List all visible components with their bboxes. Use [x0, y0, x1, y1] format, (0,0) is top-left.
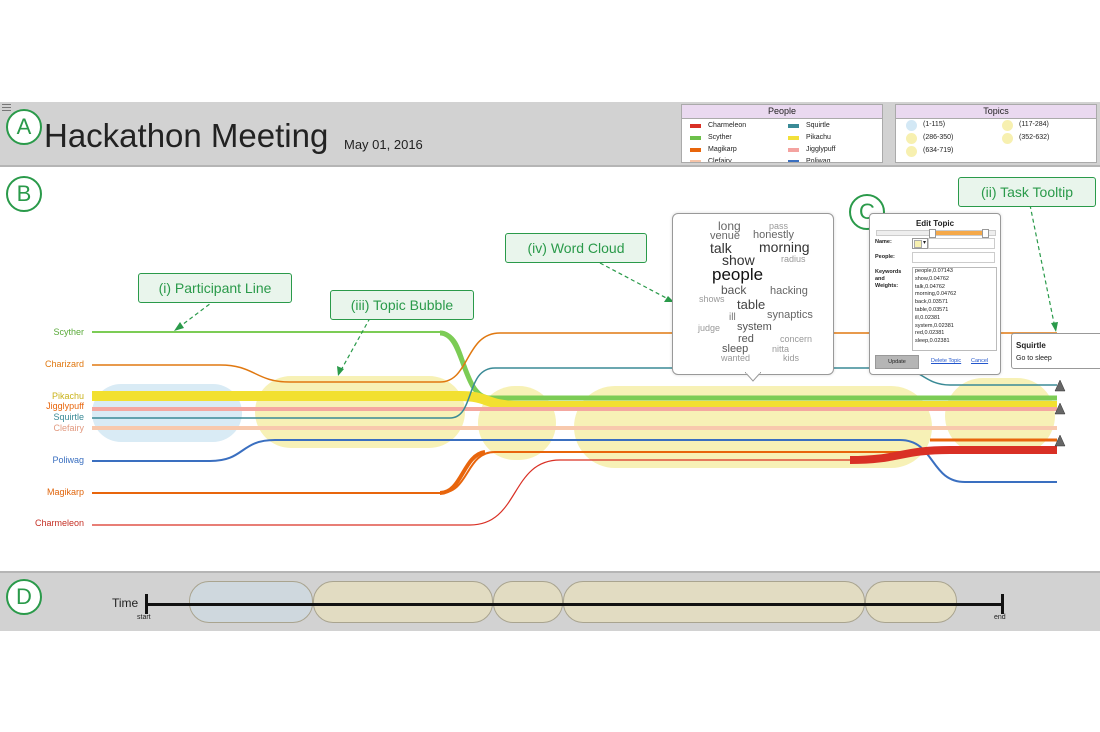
callout-word-cloud: (iv) Word Cloud — [505, 233, 647, 263]
keywords-label-line-3: Weights: — [875, 283, 899, 289]
topic-range-slider[interactable] — [876, 229, 996, 238]
word-cloud-word: shows — [699, 294, 725, 304]
arrow-participant-line — [177, 299, 216, 329]
keyword-weight-line: talk,0.04762 — [915, 283, 945, 290]
edit-topic-title: Edit Topic — [915, 219, 955, 228]
timeline-label: Time — [112, 596, 139, 610]
arrow-word-cloud — [599, 262, 671, 301]
keywords-textarea[interactable]: people,0.07143 show,0.04762 talk,0.04762 mo… — [912, 267, 997, 351]
word-cloud-word: judge — [698, 323, 721, 333]
timeline-topic-4[interactable] — [563, 581, 865, 623]
word-cloud-word: people — [712, 265, 764, 284]
topic-range-selection — [932, 231, 984, 235]
keyword-weight-line: people,0.07143 — [915, 268, 953, 274]
callout-topic-bubble: (iii) Topic Bubble — [330, 290, 474, 320]
section-marker-b: B — [6, 176, 42, 212]
slider-handle-left[interactable] — [929, 229, 936, 238]
update-button[interactable]: Update — [875, 355, 919, 369]
delete-topic-link[interactable]: Delete Topic — [931, 358, 961, 364]
word-cloud-pointer — [745, 372, 761, 382]
topic-bubble-2[interactable] — [255, 376, 465, 448]
section-marker-d: D — [6, 579, 42, 615]
word-cloud-word: kids — [783, 353, 800, 363]
timeline-topic-2[interactable] — [313, 581, 493, 623]
word-cloud-word: concern — [780, 334, 813, 344]
topic-people-input[interactable] — [912, 252, 995, 263]
word-cloud-word: radius — [781, 254, 806, 264]
keyword-weight-line: red,0.02381 — [915, 330, 945, 337]
cancel-link[interactable]: Cancel — [971, 358, 988, 364]
timeline-topic-3[interactable] — [493, 581, 563, 623]
edit-topic-panel: Edit Topic Name: ▾ People: Keywords and … — [869, 213, 1001, 375]
timeline-axis[interactable] — [146, 603, 1003, 606]
timeline-end-tick — [1001, 594, 1004, 614]
topic-name-input[interactable] — [928, 238, 995, 249]
participant-label-charizard[interactable]: Charizard — [0, 359, 84, 369]
topic-bubble-5[interactable] — [945, 378, 1055, 454]
arrow-topic-bubble — [339, 317, 371, 373]
keyword-weight-line: sleep,0.02381 — [915, 338, 950, 345]
word-cloud-word: system — [737, 321, 772, 333]
participant-label-charmeleon[interactable]: Charmeleon — [0, 518, 84, 528]
timeline-start-tick — [145, 594, 148, 614]
arrow-task-tooltip — [1029, 204, 1056, 329]
callout-participant-line: (i) Participant Line — [138, 273, 292, 303]
timeline-topic-5[interactable] — [865, 581, 957, 623]
participant-label-squirtle[interactable]: Squirtle — [0, 412, 84, 422]
word-cloud-word: ill — [729, 312, 736, 323]
word-cloud-word: synaptics — [767, 309, 813, 321]
keyword-weight-line: morning,0.04762 — [915, 291, 957, 298]
slider-handle-right[interactable] — [982, 229, 989, 238]
callout-task-tooltip: (ii) Task Tooltip — [958, 177, 1096, 207]
word-cloud-word: wanted — [721, 353, 751, 363]
participant-label-clefairy[interactable]: Clefairy — [0, 423, 84, 433]
participant-label-scyther[interactable]: Scyther — [0, 327, 84, 337]
people-label: People: — [875, 254, 895, 260]
timeline-topic-1[interactable] — [189, 581, 313, 623]
participant-label-magikarp[interactable]: Magikarp — [0, 487, 84, 497]
keyword-weight-line: system,0.02381 — [915, 322, 954, 329]
word-cloud-popup: long pass venue honestly talk morning show radi… — [672, 213, 834, 375]
timeline-start-label: start — [137, 614, 151, 621]
participant-label-jigglypuff[interactable]: Jigglypuff — [0, 401, 84, 411]
word-cloud-word: table — [737, 297, 766, 312]
keyword-weight-line: show,0.04762 — [915, 275, 949, 282]
name-label: Name: — [875, 239, 892, 245]
participant-label-pikachu[interactable]: Pikachu — [0, 391, 84, 401]
keyword-weight-line: ill,0.02381 — [915, 314, 941, 321]
task-markers — [1054, 379, 1066, 447]
topic-color-swatch — [914, 240, 922, 248]
word-cloud-word: hacking — [770, 285, 808, 297]
chevron-down-icon: ▾ — [922, 240, 926, 246]
keyword-weight-line: table,0.03571 — [915, 306, 949, 313]
timeline-end-label: end — [994, 614, 1006, 621]
topic-color-picker[interactable]: ▾ — [912, 238, 928, 249]
task-tooltip: Squirtle Go to sleep — [1011, 333, 1100, 369]
tooltip-task-text: Go to sleep — [1016, 355, 1052, 362]
tooltip-participant-name: Squirtle — [1016, 341, 1046, 350]
participant-label-poliwag[interactable]: Poliwag — [0, 455, 84, 465]
keywords-label-line-2: and — [875, 276, 885, 282]
word-cloud-word: morning — [759, 239, 810, 255]
keywords-label-line-1: Keywords — [875, 269, 902, 275]
keyword-weight-line: back,0.03571 — [915, 299, 949, 306]
